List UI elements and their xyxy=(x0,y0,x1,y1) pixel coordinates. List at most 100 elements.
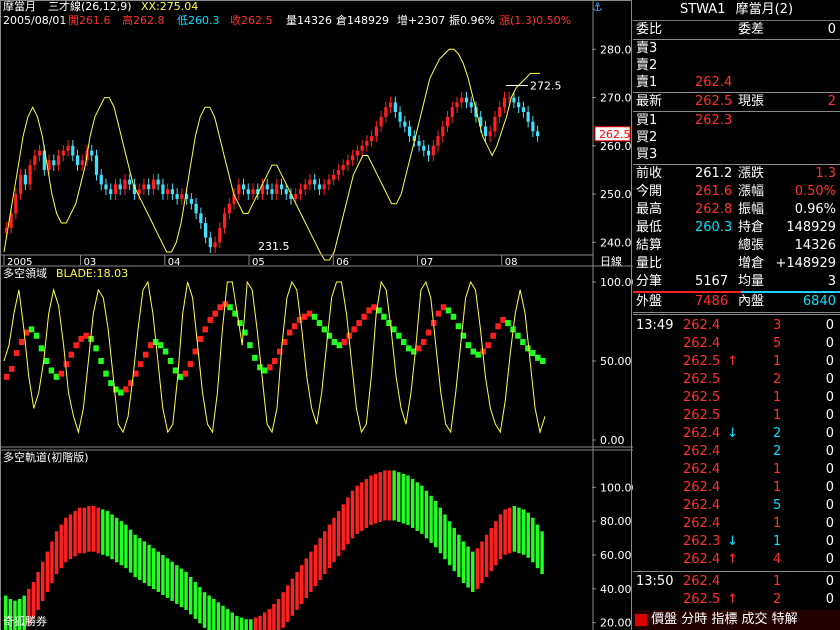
settle-label: 結算 xyxy=(636,238,663,253)
channel-bar xyxy=(429,495,433,543)
tick-oi: 0 xyxy=(825,372,834,387)
last-label: 最新 xyxy=(636,94,663,109)
tick-row: 262.4 ↑ 4 0 xyxy=(633,551,840,569)
trend-block xyxy=(202,326,208,333)
trend-block xyxy=(500,316,506,323)
channel-bar xyxy=(410,478,415,528)
anchor-icon: ⚓ xyxy=(592,0,603,14)
x-tick-label: 07 xyxy=(420,257,433,268)
channel-bar xyxy=(461,541,466,584)
channel-bar xyxy=(406,475,410,525)
trend-block xyxy=(520,339,526,346)
trend-block xyxy=(108,380,114,387)
tick-volume: 2 xyxy=(773,372,782,387)
tick-oi: 0 xyxy=(825,592,834,607)
candle-body xyxy=(431,145,435,156)
tick-volume: 1 xyxy=(773,480,782,495)
pct-label: 漲幅 xyxy=(738,184,765,199)
tick-volume: 5 xyxy=(773,498,782,513)
trend-block xyxy=(455,323,462,330)
tick-volume: 1 xyxy=(773,462,782,477)
channel-bar xyxy=(466,546,470,588)
channel-bar xyxy=(110,514,114,560)
candle-body xyxy=(156,179,160,185)
trend-block xyxy=(515,332,521,339)
trend-block xyxy=(267,364,273,371)
tick-row: 13:49 262.4 3 0 xyxy=(633,317,840,335)
candle-body xyxy=(327,179,331,185)
tick-oi: 0 xyxy=(825,318,834,333)
inner-label: 內盤 xyxy=(738,294,765,309)
trend-block xyxy=(311,313,318,320)
channel-bar xyxy=(165,558,170,598)
y-tick-label: 40.00 xyxy=(600,583,632,596)
wb-label: 委比 xyxy=(636,22,663,37)
channel-bar xyxy=(202,592,207,628)
tick-price: 262.4 xyxy=(683,498,721,513)
channel-bar xyxy=(216,602,221,630)
candle-body xyxy=(374,126,378,137)
channel-bar xyxy=(531,517,535,563)
prev-label: 前收 xyxy=(636,166,663,181)
chart-area[interactable]: 摩當月 三才線(26,12,9) XX:275.04 2005/08/01 開2… xyxy=(0,0,633,630)
close-label: 收262.5 xyxy=(230,13,273,27)
amp-label: 振0.96% xyxy=(449,13,495,27)
trend-block xyxy=(351,326,357,333)
candle-body xyxy=(52,160,56,166)
tick-volume: 1 xyxy=(773,354,782,369)
trend-block xyxy=(33,332,40,339)
candle-body xyxy=(175,194,179,199)
channel-bar xyxy=(373,473,378,524)
trend-block xyxy=(396,332,402,339)
y-tick-label: 100.00 xyxy=(600,481,633,494)
sell1-label: 賣1 xyxy=(636,75,658,90)
tick-oi: 0 xyxy=(825,534,834,549)
candle-body xyxy=(28,165,32,185)
candle-body xyxy=(118,184,122,190)
footer-icon[interactable] xyxy=(635,613,647,626)
trend-block xyxy=(341,339,347,346)
vr-label: 量比 xyxy=(636,256,663,271)
channel-bar xyxy=(346,497,350,545)
chg-label: 漲(1.3)0.50% xyxy=(499,14,571,27)
candle-body xyxy=(19,174,23,195)
x-tick-label: 04 xyxy=(168,257,181,268)
candle-body xyxy=(194,203,198,214)
candle-body xyxy=(94,155,99,175)
tick-volume: 2 xyxy=(773,426,782,441)
trend-block xyxy=(247,342,253,349)
low-mark-label: 231.5 xyxy=(258,240,290,253)
open-label: 開261.6 xyxy=(68,14,111,27)
channel-bar xyxy=(244,619,248,630)
tick-volume: 1 xyxy=(773,574,782,589)
oi-value: 148929 xyxy=(786,220,836,235)
footer-toolbar[interactable]: 價盤 分時 指標 成交 特解 xyxy=(633,610,840,630)
channel-bar xyxy=(175,565,179,604)
candle-body xyxy=(507,97,511,99)
candle-body xyxy=(441,126,445,137)
candle-body xyxy=(161,184,165,195)
channel-bar xyxy=(267,609,271,630)
candle-body xyxy=(222,213,227,228)
trend-block xyxy=(465,342,472,349)
oi-change-label: 增+2307 xyxy=(397,13,445,27)
channel-bar xyxy=(54,531,59,575)
footer-label[interactable]: 價盤 分時 指標 成交 特解 xyxy=(651,612,798,627)
trend-block xyxy=(103,370,109,377)
channel-bar xyxy=(96,507,100,554)
tick-row: 262.5 1 0 xyxy=(633,407,840,425)
channel-bar xyxy=(249,619,253,630)
channel-bar xyxy=(498,514,503,560)
buy2-label: 買2 xyxy=(636,130,658,145)
candle-body xyxy=(246,189,250,195)
candle-body xyxy=(128,179,132,185)
trend-block xyxy=(48,367,55,374)
candle-body xyxy=(109,189,113,195)
tick-price: 262.4 xyxy=(683,336,721,351)
chart-title: 摩當月 xyxy=(3,0,36,13)
tick-oi: 0 xyxy=(825,462,834,477)
channel-bar xyxy=(438,507,443,554)
now-value: 2 xyxy=(827,94,836,109)
trend-block xyxy=(420,339,427,346)
channel-bar xyxy=(184,571,188,610)
